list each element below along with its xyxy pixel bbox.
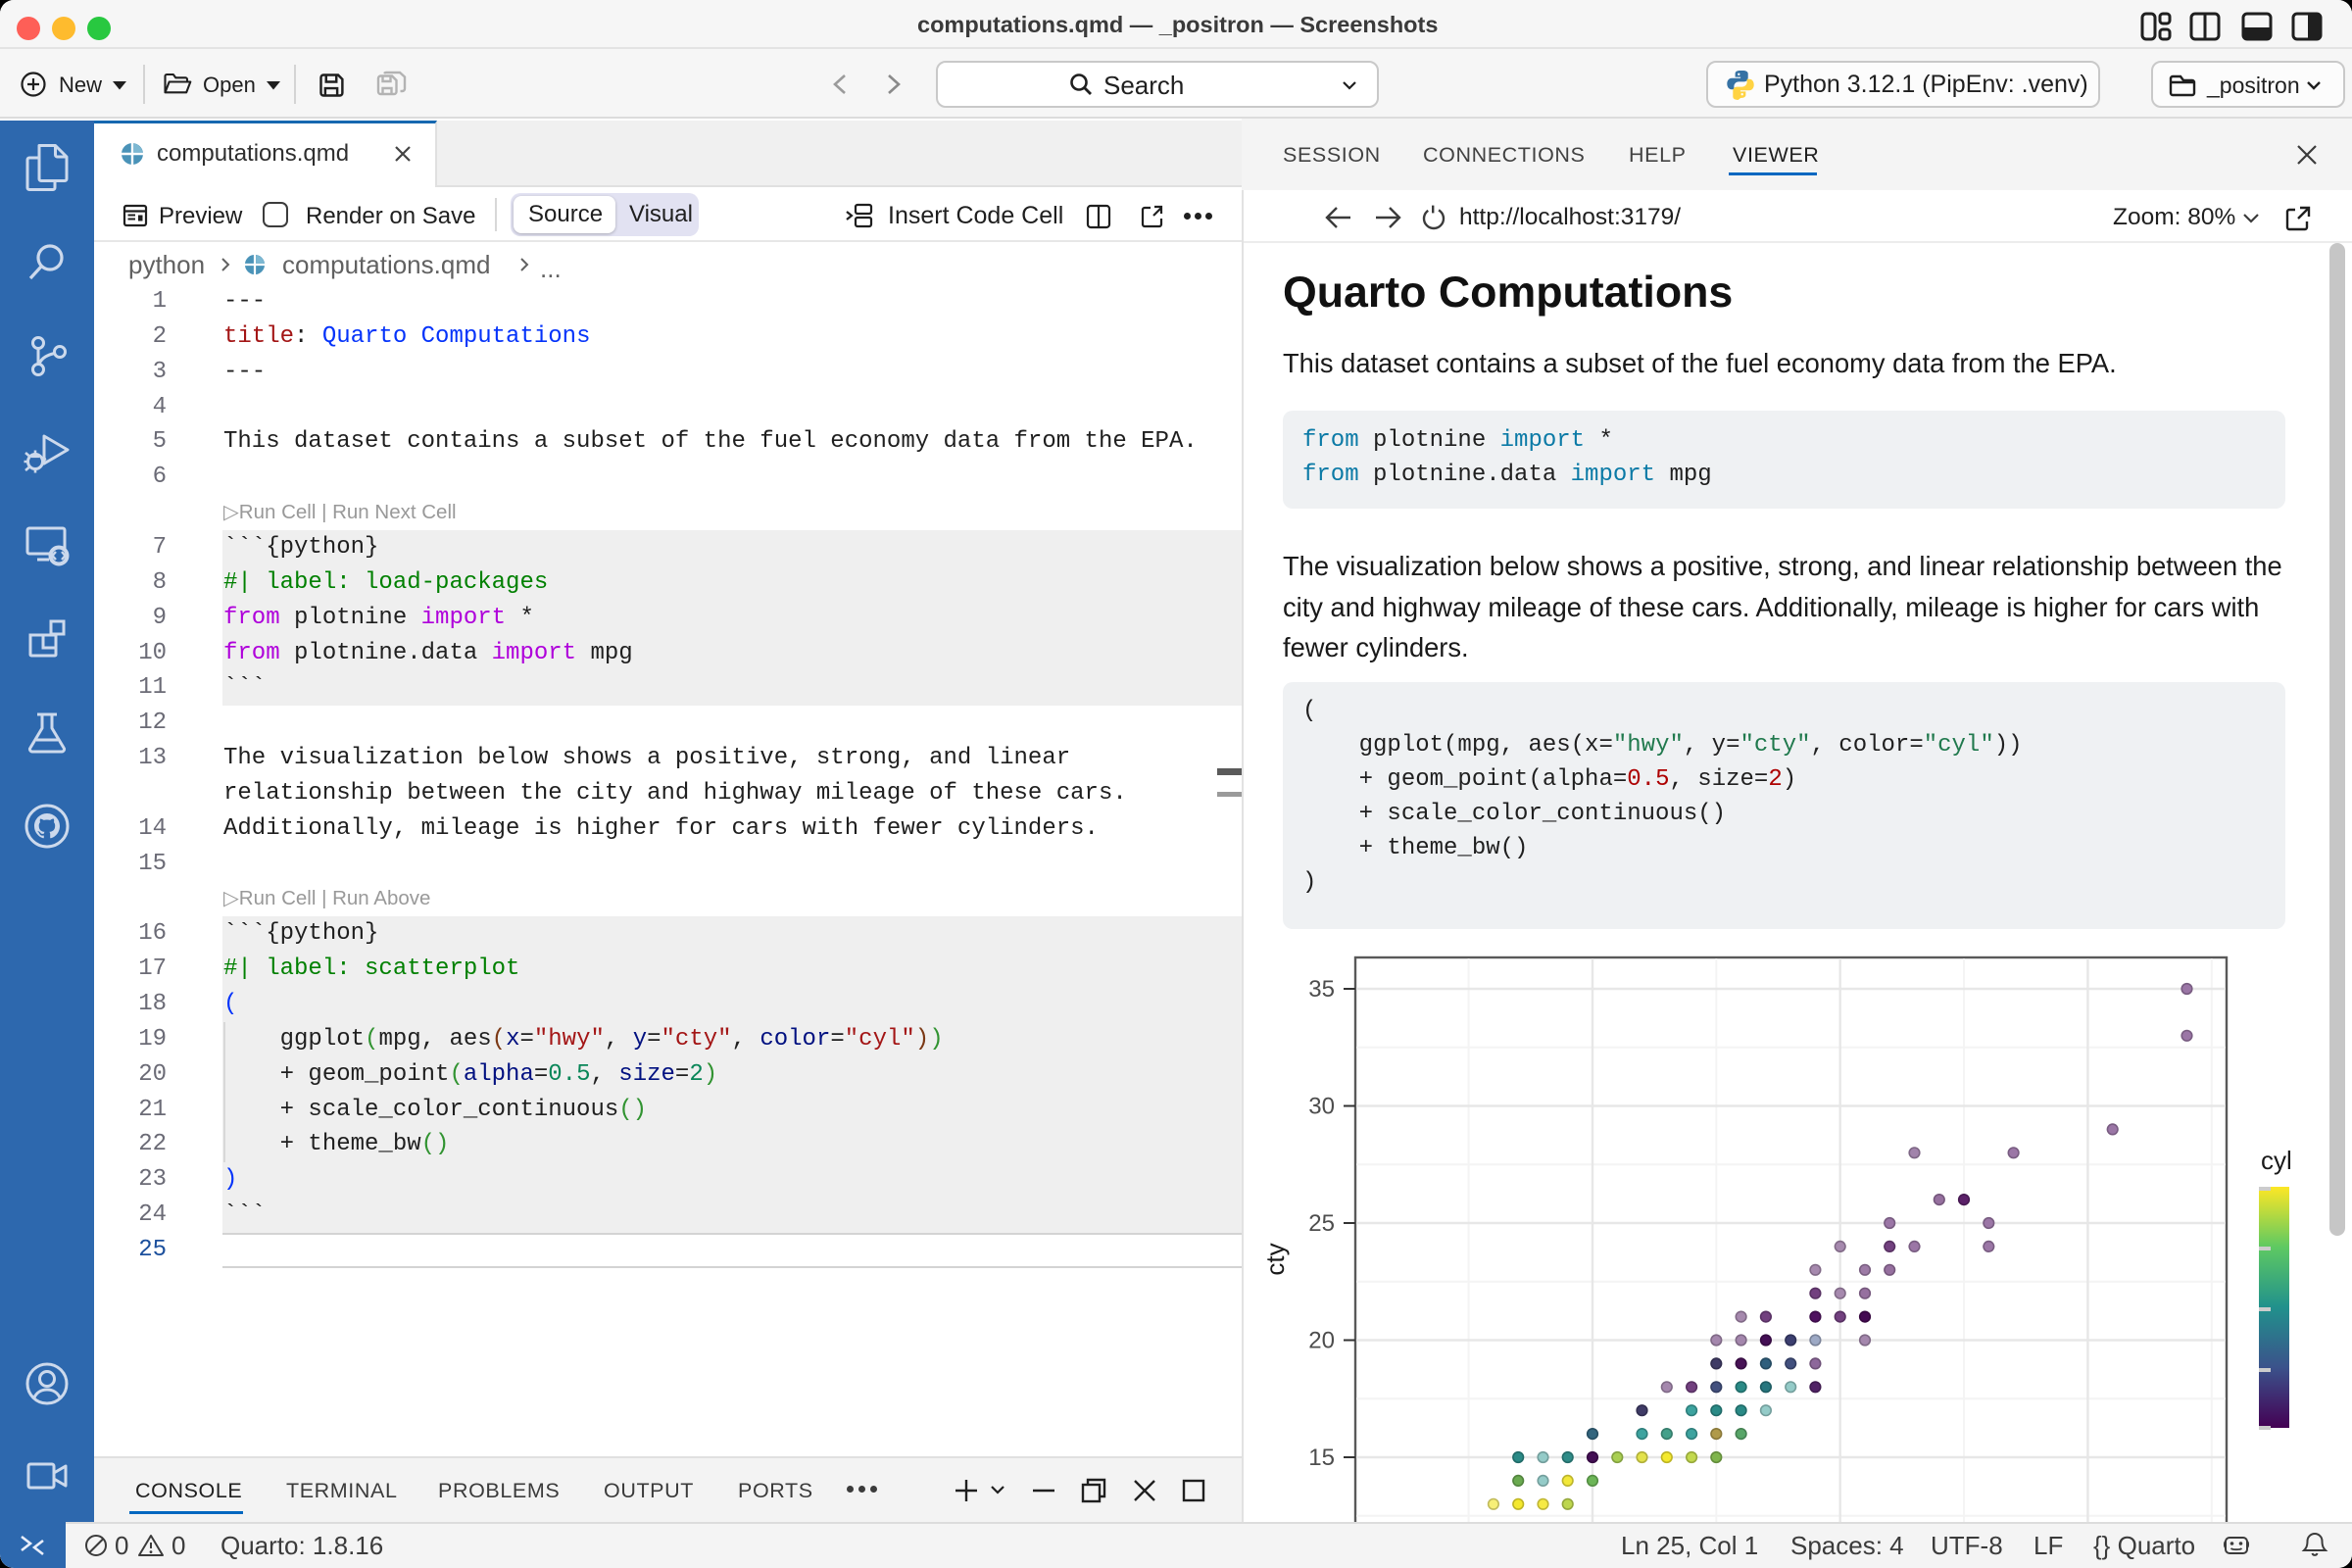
svg-text:20: 20 bbox=[1308, 1328, 1335, 1354]
svg-text:25: 25 bbox=[1308, 1210, 1335, 1237]
svg-text:30: 30 bbox=[1308, 1094, 1335, 1120]
svg-text:35: 35 bbox=[1308, 976, 1335, 1003]
svg-text:cty: cty bbox=[1260, 1243, 1290, 1275]
svg-text:15: 15 bbox=[1308, 1445, 1335, 1471]
svg-text:cyl: cyl bbox=[2261, 1146, 2292, 1175]
